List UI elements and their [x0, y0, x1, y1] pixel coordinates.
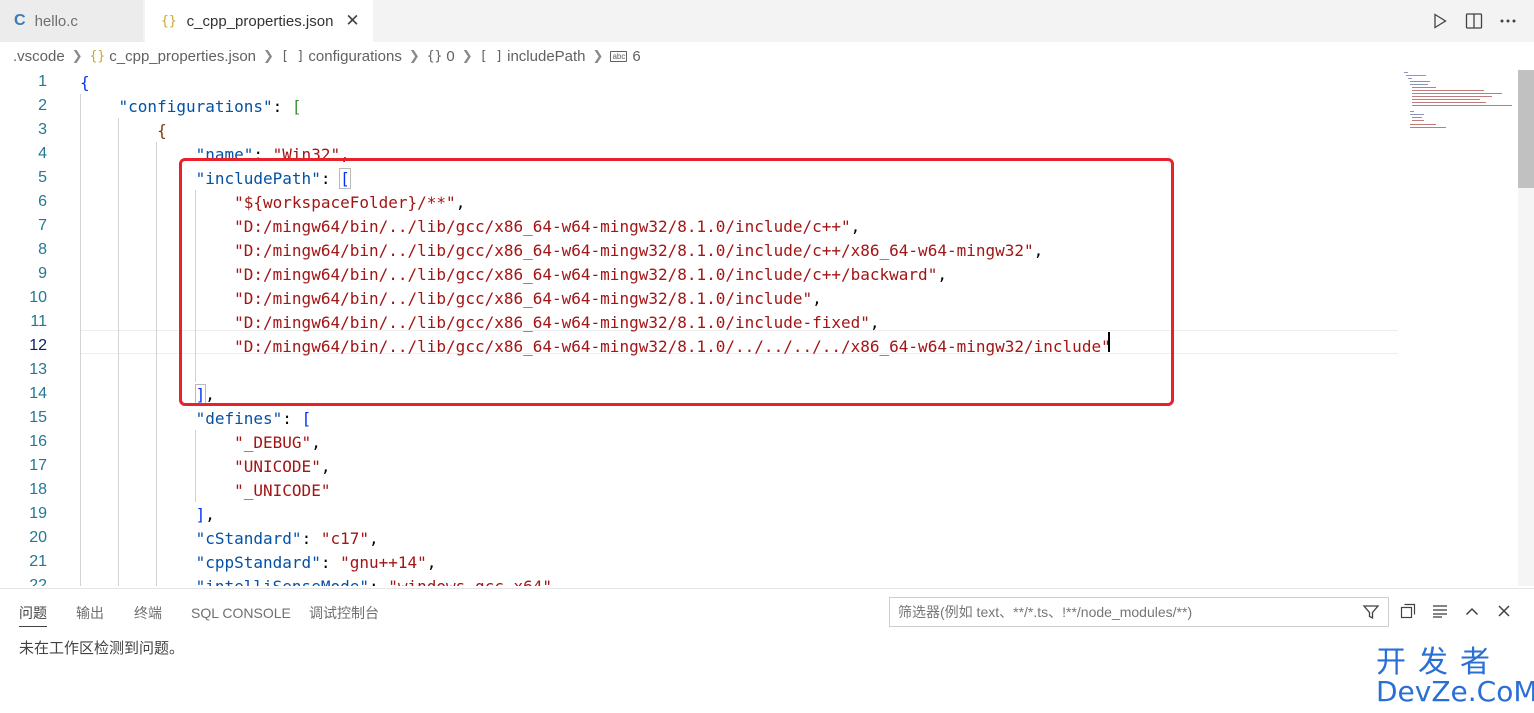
filter-placeholder: 筛选器(例如 text、**/*.ts、!**/node_modules/**) [898, 604, 1193, 620]
panel-tab-sql-console[interactable]: SQL CONSOLE [191, 593, 291, 633]
json-string: "UNICODE" [234, 456, 321, 476]
problems-filter-input[interactable]: 筛选器(例如 text、**/*.ts、!**/node_modules/**) [889, 597, 1389, 627]
code-line: 18 "_UNICODE" [0, 478, 1400, 502]
json-braces-icon: {} [161, 13, 177, 29]
string-icon: abc [610, 50, 628, 62]
scrollbar-thumb[interactable] [1518, 70, 1534, 188]
watermark-logo: 开发者 DevZe.CoM [1376, 646, 1534, 708]
line-number: 3 [38, 121, 47, 138]
code-line: 3 { [0, 118, 1400, 142]
panel-tab-label: SQL CONSOLE [191, 605, 291, 621]
chevron-right-icon: ❯ [71, 48, 83, 63]
chevron-right-icon: ❯ [263, 48, 274, 63]
code-line: 2 "configurations": [ [0, 94, 1400, 118]
code-line: 17 "UNICODE", [0, 454, 1400, 478]
object-icon: {} [426, 48, 443, 64]
watermark-bottom-text: DevZe.CoM [1376, 675, 1534, 708]
code-line: 1 { [0, 70, 1400, 94]
close-panel-icon[interactable] [1494, 601, 1514, 621]
line-number: 2 [38, 97, 47, 114]
panel-tab-label: 问题 [19, 605, 47, 621]
line-number: 7 [38, 217, 47, 234]
panel-tab-output[interactable]: 输出 [76, 593, 104, 633]
line-number: 8 [38, 241, 47, 258]
panel-tab-problems[interactable]: 问题 [19, 593, 47, 633]
tab-label: c_cpp_properties.json [186, 12, 334, 30]
line-number: 5 [38, 169, 47, 186]
json-braces-icon: {} [89, 48, 106, 64]
line-number: 19 [29, 505, 47, 522]
line-number: 6 [38, 193, 47, 210]
bottom-panel: 问题 输出 终端 SQL CONSOLE 调试控制台 筛选器(例如 text、*… [0, 588, 1534, 713]
tab-label: hello.c [34, 12, 78, 30]
minimap[interactable] [1402, 70, 1518, 130]
breadcrumb-index[interactable]: 0 [446, 48, 454, 65]
line-number: 21 [29, 553, 47, 570]
json-string: "c17" [320, 528, 369, 548]
panel-tab-label: 调试控制台 [309, 605, 379, 621]
line-number: 14 [29, 385, 47, 402]
tab-c-cpp-properties[interactable]: {} c_cpp_properties.json ✕ [145, 0, 373, 42]
line-number: 16 [29, 433, 47, 450]
line-number: 18 [29, 481, 47, 498]
code-line: 20 "cStandard": "c17", [0, 526, 1400, 550]
array-icon: [ ] [479, 48, 504, 64]
panel-tab-debug-console[interactable]: 调试控制台 [309, 593, 379, 633]
line-number: 20 [29, 529, 47, 546]
code-line: 21 "cppStandard": "gnu++14", [0, 550, 1400, 574]
breadcrumb-includepath[interactable]: includePath [507, 48, 585, 65]
line-number: 11 [30, 313, 47, 330]
panel-tab-label: 终端 [134, 605, 162, 621]
json-key: "defines" [195, 408, 283, 428]
close-icon[interactable]: ✕ [345, 11, 359, 31]
json-key: "cStandard" [195, 528, 302, 548]
line-number: 9 [38, 265, 47, 282]
code-editor[interactable]: 1 { 2 "configurations": [ 3 { 4 "name": … [0, 70, 1534, 586]
run-icon[interactable] [1430, 11, 1450, 31]
breadcrumb: .vscode ❯ {} c_cpp_properties.json ❯ [ ]… [0, 42, 1534, 70]
view-as-list-icon[interactable] [1430, 601, 1450, 621]
json-string: "_UNICODE" [234, 480, 331, 500]
line-number: 15 [29, 409, 47, 426]
chevron-right-icon: ❯ [408, 48, 420, 63]
annotation-highlight-box [179, 158, 1174, 406]
panel-tab-terminal[interactable]: 终端 [134, 593, 162, 633]
json-string: "windows-gcc-x64" [388, 576, 553, 587]
more-actions-icon[interactable] [1498, 11, 1518, 31]
line-number: 1 [38, 73, 47, 90]
json-string: "_DEBUG" [234, 432, 312, 452]
array-icon: [ ] [280, 48, 305, 64]
panel-tab-label: 输出 [76, 605, 104, 621]
code-line: 19 ], [0, 502, 1400, 526]
tab-bar: C hello.c {} c_cpp_properties.json ✕ [0, 0, 1534, 42]
chevron-right-icon: ❯ [461, 48, 473, 63]
json-key: "configurations" [118, 96, 273, 116]
breadcrumb-item[interactable]: 6 [632, 48, 640, 65]
collapse-all-icon[interactable] [1398, 601, 1418, 621]
breadcrumb-file[interactable]: c_cpp_properties.json [109, 48, 256, 65]
code-line: 15 "defines": [ [0, 406, 1400, 430]
code-line: 16 "_DEBUG", [0, 430, 1400, 454]
json-key: "cppStandard" [195, 552, 321, 572]
c-file-icon: C [14, 12, 26, 29]
line-number: 22 [29, 577, 47, 586]
split-editor-icon[interactable] [1464, 11, 1484, 31]
json-string: "gnu++14" [340, 552, 427, 572]
code-line: 22 "intelliSenseMode": "windows-gcc-x64" [0, 574, 1400, 587]
line-number: 10 [29, 289, 47, 306]
problems-empty-message: 未在工作区检测到问题。 [19, 640, 185, 657]
json-key: "intelliSenseMode" [195, 576, 369, 587]
chevron-right-icon: ❯ [592, 48, 604, 63]
breadcrumb-configurations[interactable]: configurations [308, 48, 401, 65]
line-number: 13 [29, 361, 47, 378]
line-number: 4 [38, 145, 47, 162]
tab-hello-c[interactable]: C hello.c [0, 0, 144, 42]
filter-icon[interactable] [1362, 603, 1380, 624]
breadcrumb-folder[interactable]: .vscode [13, 48, 65, 65]
line-number: 17 [29, 457, 47, 474]
line-number: 12 [29, 337, 47, 354]
maximize-panel-icon[interactable] [1462, 601, 1482, 621]
